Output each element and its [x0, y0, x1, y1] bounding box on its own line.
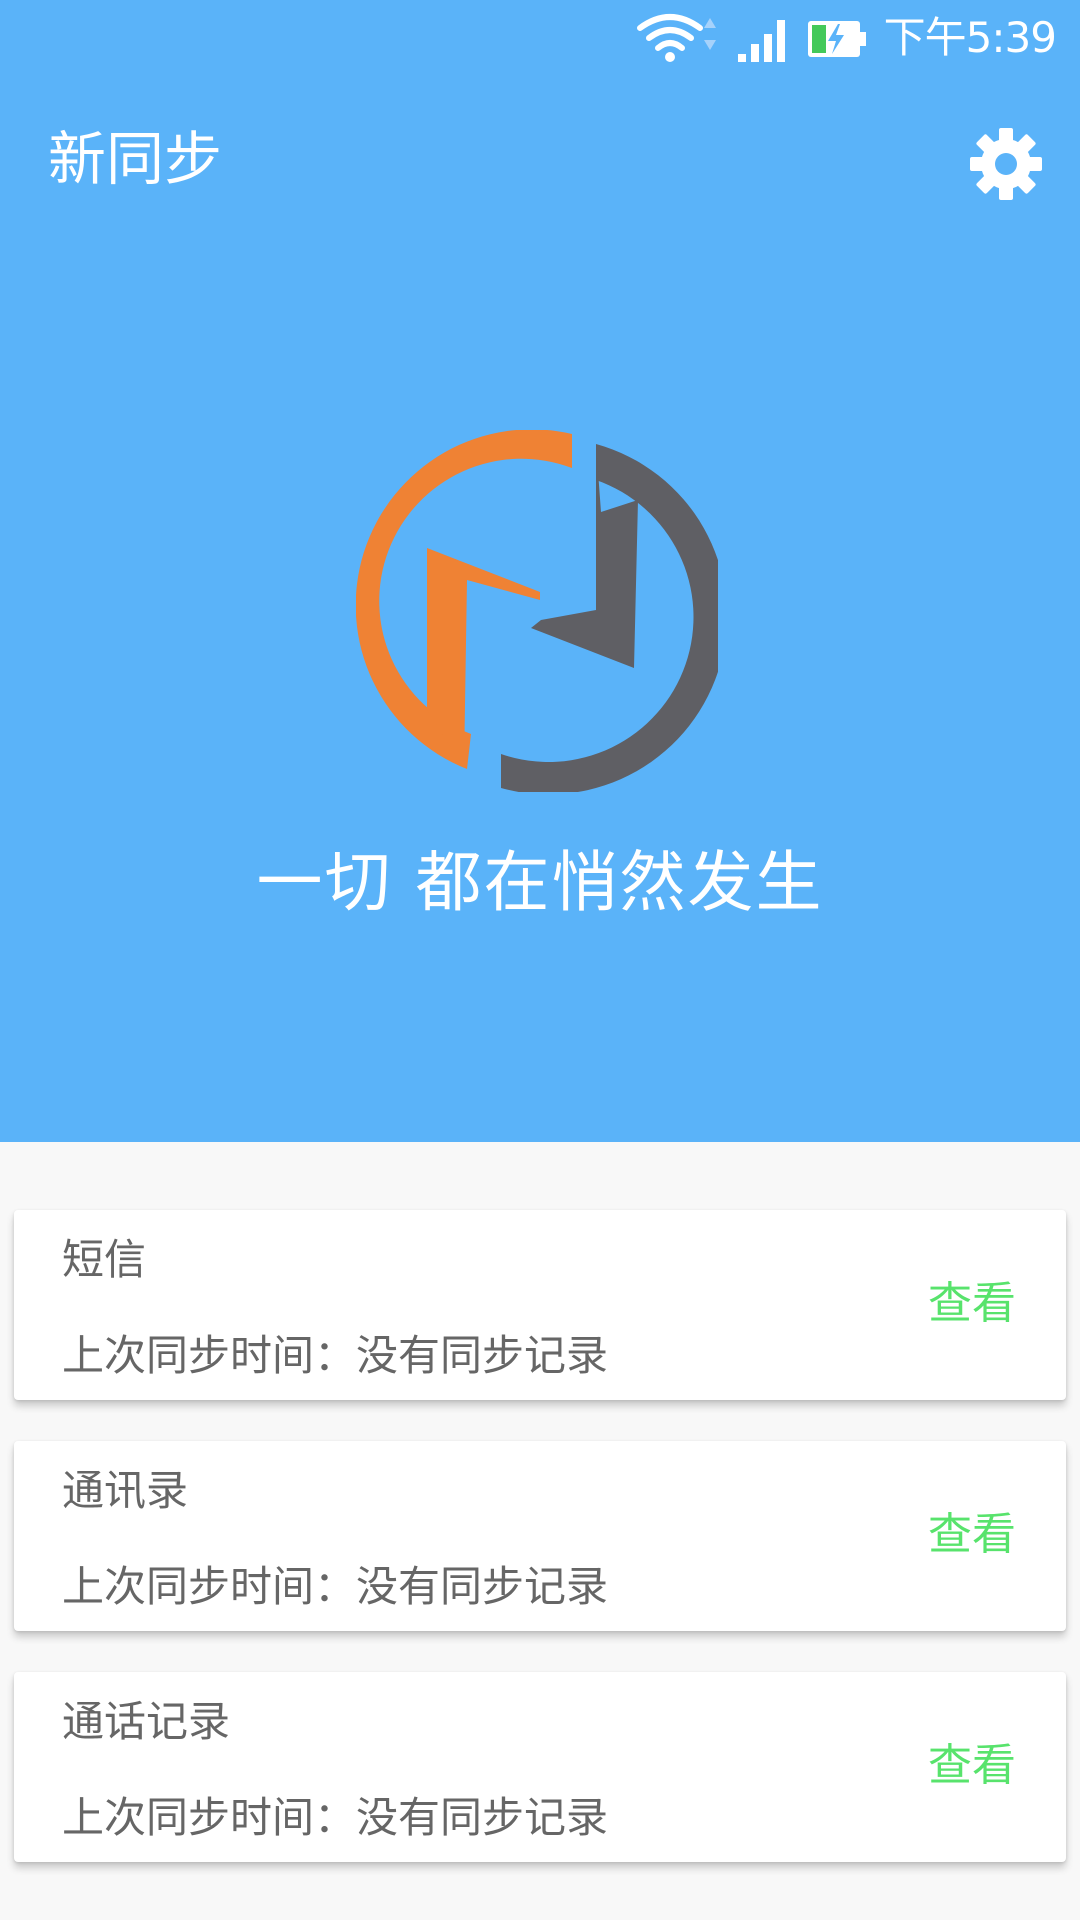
- wifi-icon: [637, 14, 716, 62]
- battery-charging-icon: [808, 21, 866, 57]
- last-sync-status: 上次同步时间：没有同步记录: [62, 1562, 609, 1611]
- cell-signal-icon: [738, 20, 785, 62]
- status-bar: 下午5:39: [0, 0, 1080, 76]
- sync-card-sms[interactable]: 短信 上次同步时间：没有同步记录 查看: [14, 1210, 1066, 1400]
- gear-icon[interactable]: [968, 126, 1044, 202]
- view-button[interactable]: 查看: [928, 1738, 1016, 1794]
- view-button[interactable]: 查看: [928, 1507, 1016, 1563]
- app-title: 新同步: [48, 125, 223, 193]
- sync-logo: [356, 430, 718, 792]
- sync-card-contacts[interactable]: 通讯录 上次同步时间：没有同步记录 查看: [14, 1441, 1066, 1631]
- card-title: 通话记录: [62, 1697, 231, 1746]
- app-screen: 下午5:39 新同步 一切 都在悄然发生 短信 上次同步时间：没有同步记录 查看…: [0, 0, 1080, 1920]
- view-button[interactable]: 查看: [928, 1276, 1016, 1332]
- hero-banner: 下午5:39 新同步 一切 都在悄然发生: [0, 0, 1080, 1142]
- card-title: 短信: [62, 1235, 147, 1284]
- last-sync-status: 上次同步时间：没有同步记录: [62, 1331, 609, 1380]
- last-sync-status: 上次同步时间：没有同步记录: [62, 1793, 609, 1842]
- status-time: 下午5:39: [883, 13, 1057, 62]
- card-title: 通讯录: [62, 1466, 189, 1515]
- sync-card-call-log[interactable]: 通话记录 上次同步时间：没有同步记录 查看: [14, 1672, 1066, 1862]
- tagline: 一切 都在悄然发生: [256, 844, 824, 921]
